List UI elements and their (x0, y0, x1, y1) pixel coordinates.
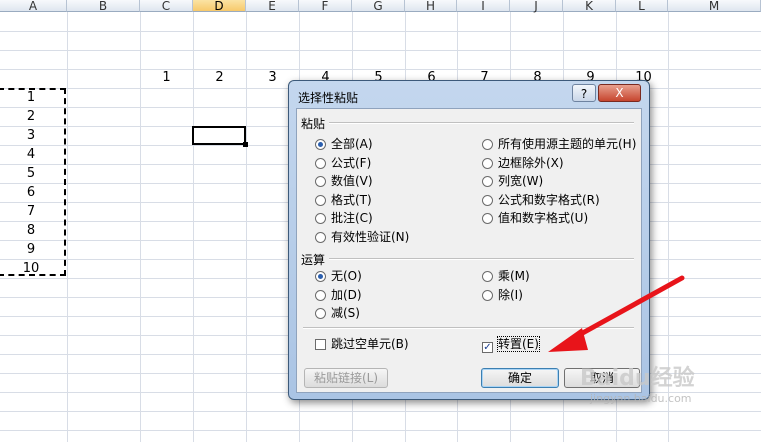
radio-button[interactable] (315, 194, 326, 206)
red-arrow-annotation (548, 275, 685, 352)
ok-button[interactable]: 确定 (481, 368, 559, 388)
operation-option-label: 加(D) (331, 287, 362, 302)
baidu-watermark: Baidu经验 (580, 366, 695, 391)
paste-option-label: 格式(T) (331, 192, 372, 207)
operation-option[interactable]: 减(S) (315, 306, 360, 320)
transpose-checkbox[interactable]: ✓ 转置(E) (482, 336, 540, 353)
operation-group-label: 运算 (301, 253, 326, 267)
column-header-f[interactable]: F (299, 0, 352, 12)
transpose-box[interactable]: ✓ (482, 342, 493, 353)
paste-option-label: 边框除外(X) (498, 155, 564, 170)
grid-column-line (67, 12, 68, 442)
operation-option-label: 乘(M) (498, 269, 530, 283)
operation-option[interactable]: 无(O) (315, 269, 362, 283)
paste-group-label: 粘贴 (301, 117, 326, 131)
dialog-title: 选择性粘贴 (298, 91, 359, 105)
grid-row-line (0, 50, 761, 51)
column-header-c[interactable]: C (140, 0, 193, 12)
watermark-url: jingyan.baidu.com (590, 392, 692, 405)
operation-option-label: 减(S) (331, 306, 360, 321)
column-header-b[interactable]: B (67, 0, 140, 12)
row-2-value[interactable]: 1 (140, 69, 193, 87)
close-button[interactable]: X (598, 84, 641, 102)
radio-button[interactable] (315, 157, 326, 169)
column-header-k[interactable]: K (563, 0, 616, 12)
paste-option-label: 值和数字格式(U) (498, 211, 589, 226)
row-2-value[interactable]: 2 (193, 69, 246, 87)
radio-button[interactable] (482, 271, 493, 282)
radio-button[interactable] (315, 232, 326, 243)
radio-button[interactable] (315, 289, 326, 301)
operation-option[interactable]: 乘(M) (482, 269, 530, 283)
operation-option-label: 无(O) (331, 269, 362, 283)
paste-option[interactable]: 边框除外(X) (482, 156, 564, 170)
operation-option-label: 除(I) (498, 287, 523, 302)
paste-option-label: 公式(F) (331, 155, 372, 170)
paste-group-divider (329, 122, 634, 124)
paste-option-label: 所有使用源主题的单元(H) (498, 137, 637, 151)
paste-option[interactable]: 公式(F) (315, 156, 371, 170)
column-header-g[interactable]: G (352, 0, 405, 12)
paste-option-label: 全部(A) (331, 137, 373, 151)
column-header-i[interactable]: I (457, 0, 510, 12)
skip-blanks-label: 跳过空单元(B) (331, 337, 409, 351)
radio-button[interactable] (315, 308, 326, 320)
radio-button[interactable] (482, 213, 493, 225)
grid-row-line (0, 430, 761, 431)
skip-blanks-checkbox[interactable]: 跳过空单元(B) (315, 337, 409, 351)
column-header-e[interactable]: E (246, 0, 299, 12)
active-cell-d3[interactable] (192, 126, 246, 145)
radio-button[interactable] (482, 157, 493, 169)
paste-option[interactable]: 列宽(W) (482, 174, 543, 188)
radio-button[interactable] (315, 271, 326, 282)
paste-option[interactable]: 批注(C) (315, 211, 373, 225)
column-header-h[interactable]: H (405, 0, 457, 12)
column-header-j[interactable]: J (510, 0, 563, 12)
paste-link-button[interactable]: 粘贴链接(L) (304, 368, 388, 388)
radio-button[interactable] (482, 139, 493, 150)
grid-row-line (0, 411, 761, 412)
radio-button[interactable] (482, 289, 493, 301)
copy-marquee (0, 88, 66, 276)
column-header-a[interactable]: A (0, 0, 67, 12)
paste-option[interactable]: 全部(A) (315, 137, 373, 151)
skip-blanks-box[interactable] (315, 339, 326, 350)
transpose-label: 转置(E) (497, 336, 540, 352)
paste-option[interactable]: 公式和数字格式(R) (482, 193, 600, 207)
fill-handle[interactable] (243, 142, 248, 147)
paste-option-label: 有效性验证(N) (331, 230, 410, 244)
operation-option[interactable]: 加(D) (315, 288, 362, 302)
radio-button[interactable] (482, 194, 493, 206)
paste-option-label: 公式和数字格式(R) (498, 192, 600, 207)
paste-option-label: 批注(C) (331, 211, 373, 226)
radio-button[interactable] (315, 139, 326, 150)
column-header-l[interactable]: L (616, 0, 668, 12)
radio-button[interactable] (482, 176, 493, 188)
operation-option[interactable]: 除(I) (482, 288, 523, 302)
column-header-m[interactable]: M (668, 0, 761, 12)
column-header-d[interactable]: D (193, 0, 246, 12)
paste-option[interactable]: 格式(T) (315, 193, 372, 207)
paste-option-label: 列宽(W) (498, 174, 544, 189)
grid-row-line (0, 31, 761, 32)
paste-option[interactable]: 数值(V) (315, 174, 373, 188)
radio-button[interactable] (315, 176, 326, 188)
paste-option[interactable]: 值和数字格式(U) (482, 211, 588, 225)
paste-option[interactable]: 有效性验证(N) (315, 230, 409, 244)
help-button[interactable]: ? (572, 84, 596, 102)
operation-group-divider (329, 258, 634, 260)
radio-button[interactable] (315, 213, 326, 225)
paste-option-label: 数值(V) (331, 174, 373, 189)
paste-option[interactable]: 所有使用源主题的单元(H) (482, 137, 636, 151)
